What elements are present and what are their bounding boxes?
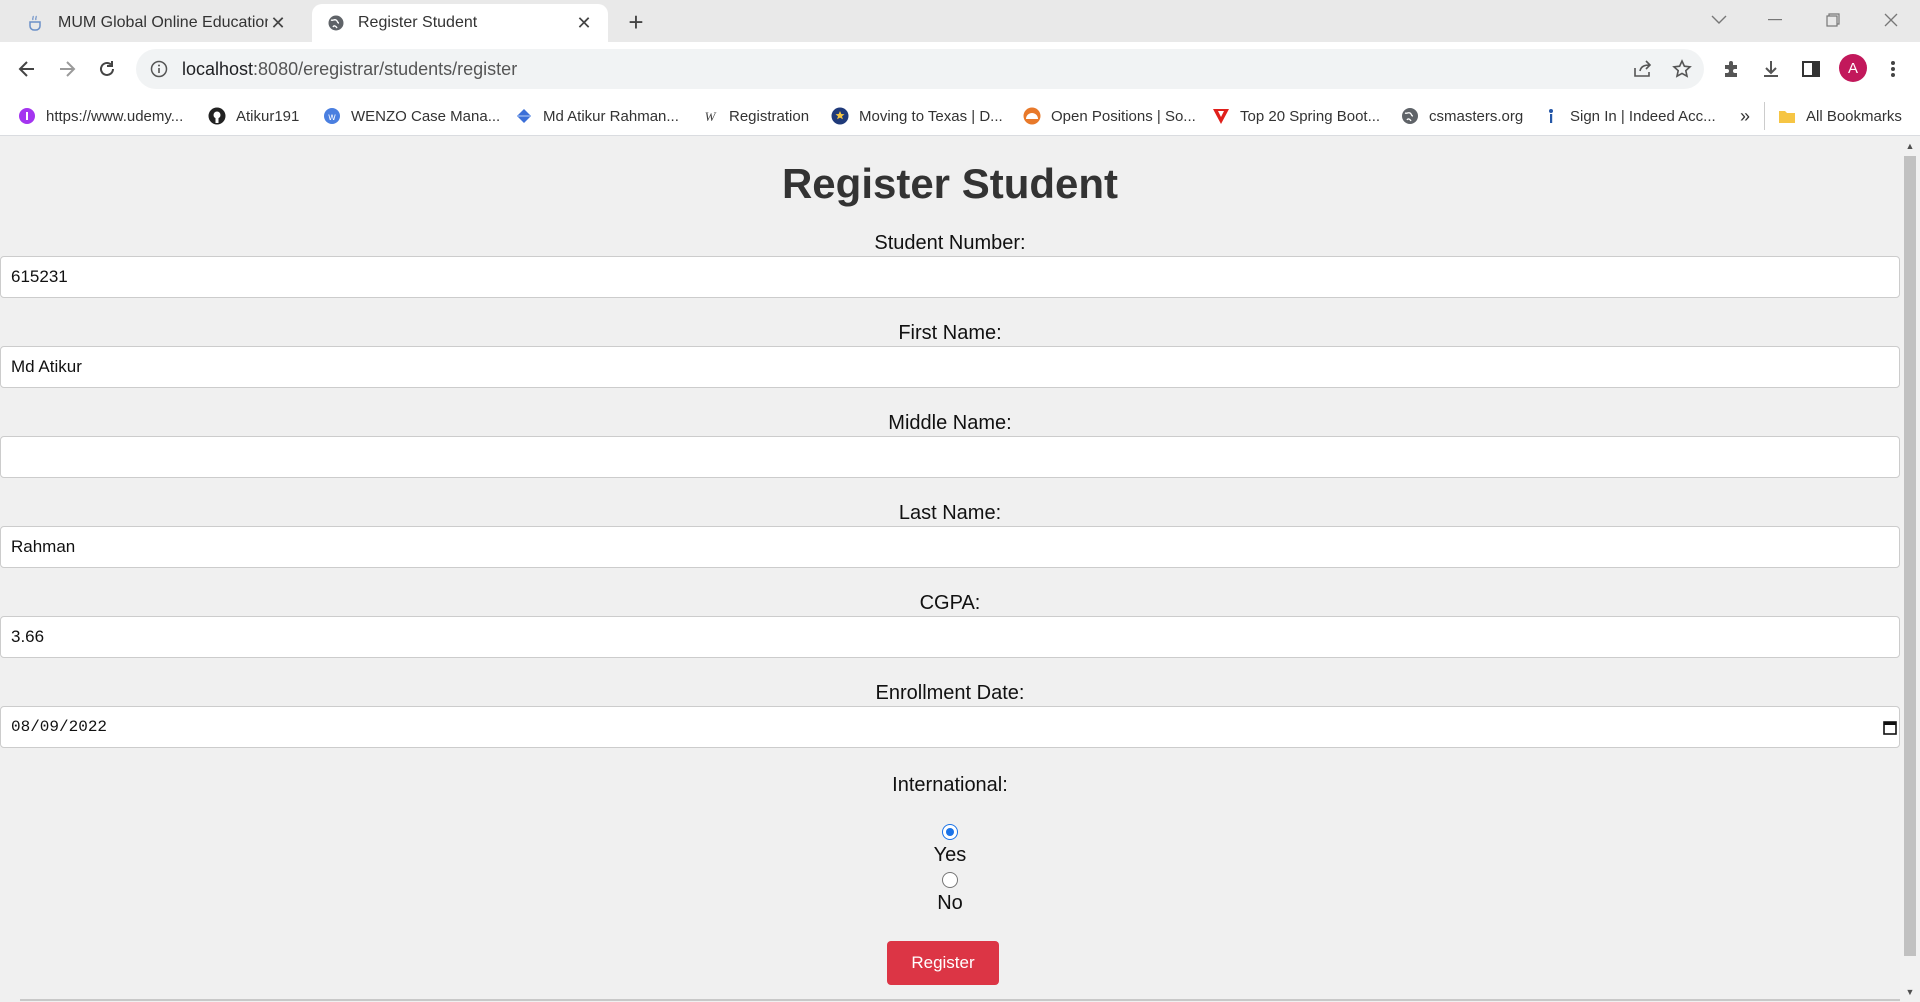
browser-toolbar: localhost:8080/eregistrar/students/regis…: [0, 42, 1920, 96]
bookmark-item[interactable]: https://www.udemy...: [18, 104, 183, 128]
side-panel-icon[interactable]: [1794, 52, 1828, 86]
last-name-input[interactable]: [0, 526, 1900, 568]
bookmark-item[interactable]: Open Positions | So...: [1023, 104, 1196, 128]
coffee-cup-icon: [26, 13, 46, 33]
bookmark-label: Top 20 Spring Boot...: [1240, 107, 1381, 125]
new-tab-button[interactable]: +: [620, 6, 652, 38]
back-arrow-icon[interactable]: [10, 52, 44, 86]
address-bar[interactable]: localhost:8080/eregistrar/students/regis…: [136, 49, 1704, 89]
restore-icon[interactable]: [1810, 0, 1856, 40]
bookmark-label: WENZO Case Mana...: [351, 107, 501, 125]
page-title: Register Student: [781, 160, 1119, 207]
bookmark-label: Md Atikur Rahman...: [543, 107, 679, 125]
bookmarks-overflow-button[interactable]: »: [1740, 104, 1750, 128]
bookmark-item[interactable]: Atikur191: [208, 104, 299, 128]
wenzo-icon: w: [323, 107, 341, 125]
all-bookmarks-button[interactable]: All Bookmarks: [1778, 104, 1902, 128]
page-scrollbar[interactable]: ▲ ▼: [1900, 136, 1920, 1002]
kebab-menu-icon[interactable]: [1876, 52, 1910, 86]
international-yes-label: Yes: [933, 844, 967, 866]
enrollment-date-value: 08/09/2022: [11, 718, 108, 736]
bookmark-item[interactable]: W Registration: [701, 104, 809, 128]
star-badge-icon: [831, 107, 849, 125]
profile-avatar[interactable]: A: [1839, 54, 1867, 82]
bookmark-item[interactable]: csmasters.org: [1401, 104, 1523, 128]
tab-mum-global[interactable]: MUM Global Online Education : C ✕: [12, 4, 302, 42]
bookmark-label: Moving to Texas | D...: [859, 107, 1003, 125]
first-name-label: First Name:: [898, 322, 1002, 344]
close-icon[interactable]: ✕: [268, 13, 288, 34]
bookmarks-bar: https://www.udemy... Atikur191 w WENZO C…: [0, 96, 1920, 136]
diamond-icon: [515, 107, 533, 125]
download-icon[interactable]: [1754, 52, 1788, 86]
red-v-icon: [1212, 107, 1230, 125]
globe-icon: [1401, 107, 1419, 125]
indeed-icon: [1542, 107, 1560, 125]
bookmark-item[interactable]: Md Atikur Rahman...: [515, 104, 679, 128]
divider: [1764, 102, 1765, 130]
url-path: :8080/eregistrar/students/register: [253, 58, 518, 79]
scrollbar-thumb[interactable]: [1904, 156, 1916, 956]
middle-name-label: Middle Name:: [888, 412, 1012, 434]
cgpa-label: CGPA:: [919, 592, 981, 614]
calendar-icon[interactable]: [1883, 719, 1897, 735]
register-button[interactable]: Register: [887, 941, 999, 985]
first-name-input[interactable]: [0, 346, 1900, 388]
page-viewport: Register Student Student Number: First N…: [0, 136, 1900, 1002]
international-yes-radio[interactable]: [942, 824, 958, 840]
svg-text:w: w: [327, 112, 336, 123]
divider: [20, 999, 1900, 1001]
scroll-down-arrow-icon[interactable]: ▼: [1904, 986, 1916, 998]
reload-icon[interactable]: [90, 52, 124, 86]
w-logo-icon: W: [701, 107, 719, 125]
bookmark-label: https://www.udemy...: [46, 107, 184, 125]
bookmark-label: Registration: [729, 107, 810, 125]
tab-search-icon[interactable]: [1696, 0, 1742, 40]
info-icon[interactable]: [148, 58, 170, 80]
github-icon: [208, 107, 226, 125]
close-window-icon[interactable]: [1868, 0, 1914, 40]
url-text: localhost:8080/eregistrar/students/regis…: [182, 59, 517, 80]
last-name-label: Last Name:: [898, 502, 1002, 524]
bookmark-label: Sign In | Indeed Acc...: [1570, 107, 1716, 125]
tab-strip: MUM Global Online Education : C ✕ Regist…: [0, 0, 1920, 42]
extensions-puzzle-icon[interactable]: [1714, 52, 1748, 86]
tab-title: MUM Global Online Education : C: [58, 14, 268, 31]
tab-register-student[interactable]: Register Student ✕: [312, 4, 608, 42]
bookmark-label: csmasters.org: [1429, 107, 1524, 125]
enrollment-date-input[interactable]: 08/09/2022: [0, 706, 1900, 748]
bookmark-item[interactable]: Top 20 Spring Boot...: [1212, 104, 1380, 128]
cgpa-input[interactable]: [0, 616, 1900, 658]
middle-name-input[interactable]: [0, 436, 1900, 478]
bookmark-item[interactable]: Sign In | Indeed Acc...: [1542, 104, 1716, 128]
student-number-label: Student Number:: [874, 232, 1026, 254]
bookmark-label: Open Positions | So...: [1051, 107, 1196, 125]
bookmark-label: All Bookmarks: [1806, 107, 1902, 125]
international-label: International:: [892, 774, 1008, 796]
bookmark-item[interactable]: Moving to Texas | D...: [831, 104, 1003, 128]
globe-icon: [326, 13, 346, 33]
close-icon[interactable]: ✕: [574, 13, 594, 34]
forward-arrow-icon[interactable]: [50, 52, 84, 86]
svg-text:W: W: [705, 109, 717, 124]
scroll-up-arrow-icon[interactable]: ▲: [1904, 140, 1916, 152]
minimize-icon[interactable]: [1752, 0, 1798, 40]
url-host: localhost: [182, 58, 254, 79]
sunrise-icon: [1023, 107, 1041, 125]
udemy-icon: [18, 107, 36, 125]
student-number-input[interactable]: [0, 256, 1900, 298]
enrollment-date-label: Enrollment Date:: [875, 682, 1025, 704]
tab-title: Register Student: [358, 14, 478, 31]
bookmark-star-icon[interactable]: [1665, 52, 1699, 86]
international-no-label: No: [937, 892, 963, 914]
share-icon[interactable]: [1626, 52, 1660, 86]
international-no-radio[interactable]: [942, 872, 958, 888]
bookmark-item[interactable]: w WENZO Case Mana...: [323, 104, 500, 128]
folder-icon: [1778, 107, 1796, 125]
bookmark-label: Atikur191: [236, 107, 300, 125]
